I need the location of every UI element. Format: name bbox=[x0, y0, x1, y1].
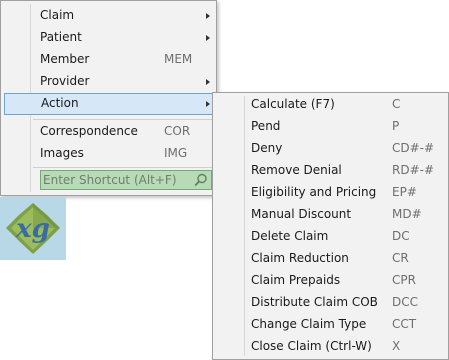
menu-item-label: Manual Discount bbox=[251, 207, 352, 221]
menu-item-shortcut: C bbox=[392, 97, 401, 111]
menu-item-shortcut: MEM bbox=[164, 52, 193, 66]
menu-item-images[interactable]: Images IMG bbox=[4, 143, 213, 165]
menu-item-label: Eligibility and Pricing bbox=[251, 185, 377, 199]
main-context-menu: Claim Patient Member MEM Provider Action… bbox=[0, 0, 217, 196]
menu-item-label: Distribute Claim COB bbox=[251, 295, 378, 309]
menu-item-action[interactable]: Action bbox=[4, 93, 213, 115]
menu-separator bbox=[33, 167, 212, 168]
menu-item-label: Member bbox=[40, 52, 90, 66]
menu-item-shortcut: RD#-# bbox=[392, 163, 435, 177]
menu-item-label: Action bbox=[41, 96, 79, 110]
menu-item-shortcut: CPR bbox=[392, 273, 416, 287]
action-submenu: Calculate (F7) C Pend P Deny CD#-# Remov… bbox=[212, 92, 449, 360]
menu-item-shortcut: MD# bbox=[392, 207, 422, 221]
submenu-item-distribute-claim-cob[interactable]: Distribute Claim COB DCC bbox=[214, 292, 447, 314]
menu-item-provider[interactable]: Provider bbox=[4, 71, 213, 93]
menu-item-label: Claim Prepaids bbox=[251, 273, 341, 287]
submenu-item-delete-claim[interactable]: Delete Claim DC bbox=[214, 226, 447, 248]
menu-item-label: Pend bbox=[251, 119, 281, 133]
menu-item-shortcut: DCC bbox=[392, 295, 418, 309]
menu-item-label: Delete Claim bbox=[251, 229, 329, 243]
menu-item-claim[interactable]: Claim bbox=[4, 5, 213, 27]
menu-item-label: Claim Reduction bbox=[251, 251, 349, 265]
menu-item-label: Images bbox=[40, 146, 84, 160]
submenu-arrow-icon bbox=[206, 13, 210, 19]
submenu-item-deny[interactable]: Deny CD#-# bbox=[214, 138, 447, 160]
menu-item-shortcut: CR bbox=[392, 251, 409, 265]
submenu-item-claim-reduction[interactable]: Claim Reduction CR bbox=[214, 248, 447, 270]
shortcut-field[interactable] bbox=[40, 170, 212, 190]
menu-item-label: Deny bbox=[251, 141, 283, 155]
menu-item-label: Provider bbox=[40, 74, 90, 88]
menu-item-patient[interactable]: Patient bbox=[4, 27, 213, 49]
submenu-item-pend[interactable]: Pend P bbox=[214, 116, 447, 138]
menu-item-shortcut: IMG bbox=[164, 146, 188, 160]
menu-item-shortcut: CD#-# bbox=[392, 141, 435, 155]
submenu-item-eligibility-pricing[interactable]: Eligibility and Pricing EP# bbox=[214, 182, 447, 204]
menu-item-label: Correspondence bbox=[40, 124, 138, 138]
menu-item-shortcut: EP# bbox=[392, 185, 417, 199]
menu-item-label: Change Claim Type bbox=[251, 317, 367, 331]
shortcut-input[interactable] bbox=[43, 171, 193, 189]
submenu-item-calculate[interactable]: Calculate (F7) C bbox=[214, 94, 447, 116]
menu-item-label: Remove Denial bbox=[251, 163, 342, 177]
menu-separator bbox=[33, 119, 212, 120]
submenu-item-remove-denial[interactable]: Remove Denial RD#-# bbox=[214, 160, 447, 182]
submenu-arrow-icon bbox=[206, 79, 210, 85]
menu-item-member[interactable]: Member MEM bbox=[4, 49, 213, 71]
menu-item-label: Patient bbox=[40, 30, 82, 44]
app-logo: xg bbox=[0, 197, 66, 260]
menu-item-shortcut: CCT bbox=[392, 317, 417, 331]
xg-logo-icon: xg bbox=[6, 203, 60, 254]
menu-item-label: Claim bbox=[40, 8, 75, 22]
submenu-item-manual-discount[interactable]: Manual Discount MD# bbox=[214, 204, 447, 226]
submenu-item-close-claim[interactable]: Close Claim (Ctrl-W) X bbox=[214, 336, 447, 358]
menu-item-shortcut: DC bbox=[392, 229, 410, 243]
menu-item-correspondence[interactable]: Correspondence COR bbox=[4, 121, 213, 143]
submenu-arrow-icon bbox=[206, 101, 210, 107]
search-icon[interactable] bbox=[194, 173, 208, 187]
menu-item-shortcut: X bbox=[392, 339, 401, 353]
menu-item-shortcut: COR bbox=[164, 124, 191, 138]
submenu-arrow-icon bbox=[206, 35, 210, 41]
menu-item-label: Close Claim (Ctrl-W) bbox=[251, 339, 372, 353]
menu-item-shortcut: P bbox=[392, 119, 400, 133]
submenu-item-change-claim-type[interactable]: Change Claim Type CCT bbox=[214, 314, 447, 336]
menu-item-label: Calculate (F7) bbox=[251, 97, 335, 111]
submenu-item-claim-prepaids[interactable]: Claim Prepaids CPR bbox=[214, 270, 447, 292]
svg-text:xg: xg bbox=[15, 214, 50, 244]
